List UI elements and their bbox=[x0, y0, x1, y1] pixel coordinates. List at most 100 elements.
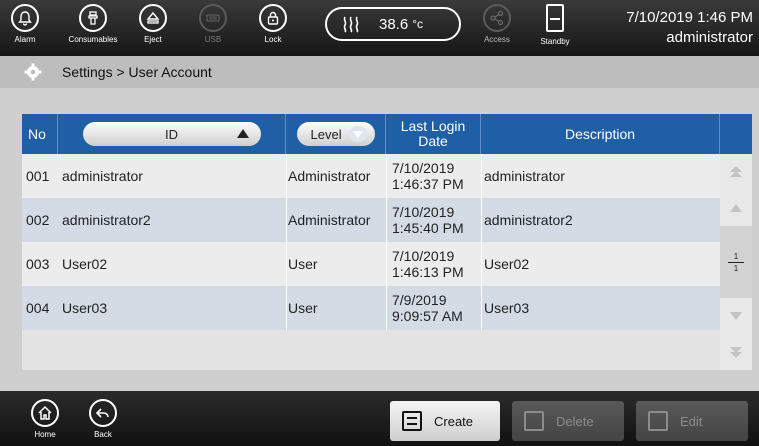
alarm-label: Alarm bbox=[14, 35, 36, 44]
breadcrumb-text: Settings > User Account bbox=[62, 64, 212, 80]
column-separator bbox=[386, 242, 387, 286]
cell-description: administrator2 bbox=[484, 212, 573, 228]
column-separator bbox=[386, 154, 387, 198]
delete-x-icon bbox=[524, 411, 544, 431]
header-last-login: Last Login Date bbox=[386, 114, 481, 154]
cell-last-login: 7/9/2019 9:09:57 AM bbox=[392, 286, 482, 330]
header-no: No bbox=[22, 114, 58, 154]
header-id: ID bbox=[58, 114, 286, 154]
column-separator bbox=[286, 198, 287, 242]
table-row[interactable]: 001 administrator Administrator 7/10/201… bbox=[22, 154, 720, 198]
back-button[interactable]: Back bbox=[80, 399, 126, 439]
header-last-login-line1: Last Login bbox=[400, 118, 466, 134]
cell-login-time: 9:09:57 AM bbox=[392, 308, 463, 324]
cell-login-time: 1:46:37 PM bbox=[392, 176, 464, 192]
lock-button[interactable]: Lock bbox=[250, 4, 296, 54]
usb-button[interactable]: USB bbox=[190, 4, 236, 54]
standby-button[interactable]: Standby bbox=[532, 4, 578, 54]
cell-description: administrator bbox=[484, 168, 565, 184]
breadcrumb: Settings > User Account bbox=[0, 56, 759, 88]
column-separator bbox=[386, 198, 387, 242]
cell-id: administrator bbox=[62, 168, 143, 184]
lock-label: Lock bbox=[264, 35, 282, 44]
bottom-bar: Home Back Create Delete Edit bbox=[0, 391, 759, 446]
delete-button[interactable]: Delete bbox=[512, 401, 624, 441]
home-button[interactable]: Home bbox=[22, 399, 68, 439]
double-chevron-down-icon bbox=[730, 347, 742, 358]
header-last-login-line2: Date bbox=[418, 133, 448, 149]
eject-icon bbox=[139, 4, 167, 32]
sort-level-label: Level bbox=[310, 126, 342, 142]
cell-id: administrator2 bbox=[62, 212, 151, 228]
scroll-top-button[interactable] bbox=[720, 154, 752, 190]
edit-button[interactable]: Edit bbox=[636, 401, 748, 441]
cell-login-date: 7/10/2019 bbox=[392, 204, 455, 220]
cell-last-login: 7/10/2019 1:46:37 PM bbox=[392, 154, 482, 198]
cell-last-login: 7/10/2019 1:46:13 PM bbox=[392, 242, 482, 286]
sort-level-button[interactable]: Level bbox=[296, 122, 375, 146]
access-button[interactable]: Access bbox=[474, 4, 520, 54]
access-label: Access bbox=[484, 35, 510, 44]
usb-label: USB bbox=[204, 35, 222, 44]
header-description: Description bbox=[481, 114, 720, 154]
cell-login-time: 1:45:40 PM bbox=[392, 220, 464, 236]
eject-label: Eject bbox=[144, 35, 162, 44]
table-scrollbar[interactable]: 1 1 bbox=[720, 154, 752, 370]
home-label: Home bbox=[34, 430, 56, 439]
heat-icon bbox=[343, 16, 359, 33]
date-time: 7/10/2019 1:46 PM bbox=[626, 9, 753, 26]
page-current: 1 bbox=[733, 251, 739, 261]
create-label: Create bbox=[434, 413, 474, 429]
eject-button[interactable]: Eject bbox=[130, 4, 176, 54]
back-label: Back bbox=[94, 430, 112, 439]
table-body: 001 administrator Administrator 7/10/201… bbox=[22, 154, 720, 330]
column-separator bbox=[286, 154, 287, 198]
scroll-bottom-button[interactable] bbox=[720, 334, 752, 370]
sort-id-button[interactable]: ID bbox=[82, 122, 261, 146]
cell-last-login: 7/10/2019 1:45:40 PM bbox=[392, 198, 482, 242]
double-chevron-up-icon bbox=[730, 166, 742, 177]
cell-login-time: 1:46:13 PM bbox=[392, 264, 464, 280]
cell-level: Administrator bbox=[288, 212, 371, 228]
cell-level: User bbox=[288, 256, 318, 272]
create-button[interactable]: Create bbox=[390, 401, 500, 441]
page-divider bbox=[728, 261, 744, 263]
cell-id: User02 bbox=[62, 256, 108, 272]
temperature-unit: °c bbox=[412, 17, 424, 31]
header-level: Level bbox=[286, 114, 386, 154]
cell-level: Administrator bbox=[288, 168, 371, 184]
date-time-user: 7/10/2019 1:46 PM administrator bbox=[626, 8, 753, 48]
gear-icon bbox=[24, 63, 42, 81]
page-indicator: 1 1 bbox=[720, 226, 752, 298]
consumables-button[interactable]: Consumables bbox=[68, 4, 118, 54]
cell-no: 004 bbox=[26, 300, 50, 316]
scroll-up-button[interactable] bbox=[720, 190, 752, 226]
share-icon bbox=[483, 4, 511, 32]
delete-label: Delete bbox=[556, 413, 594, 429]
table-row[interactable]: 004 User03 User 7/9/2019 9:09:57 AM User… bbox=[22, 286, 720, 330]
cell-no: 002 bbox=[26, 212, 50, 228]
table-row[interactable]: 003 User02 User 7/10/2019 1:46:13 PM Use… bbox=[22, 242, 720, 286]
column-separator bbox=[286, 242, 287, 286]
temperature-display[interactable]: 38.6 °c bbox=[325, 7, 461, 41]
scroll-down-button[interactable] bbox=[720, 298, 752, 334]
cell-description: User03 bbox=[484, 300, 530, 316]
lock-icon bbox=[259, 4, 287, 32]
edit-icon bbox=[648, 411, 668, 431]
top-bar: Alarm Consumables Eject USB Lock 38.6 °c bbox=[0, 0, 759, 56]
consumables-label: Consumables bbox=[68, 35, 118, 44]
header-scroll-spacer bbox=[720, 114, 752, 154]
chevron-up-icon bbox=[730, 204, 742, 212]
back-arrow-icon bbox=[89, 399, 117, 427]
cell-login-date: 7/9/2019 bbox=[392, 292, 447, 308]
table-header: No ID Level Last Login Date Description bbox=[22, 114, 752, 154]
alarm-button[interactable]: Alarm bbox=[2, 4, 48, 54]
usb-icon bbox=[199, 4, 227, 32]
current-user: administrator bbox=[666, 29, 753, 46]
edit-label: Edit bbox=[680, 413, 703, 429]
column-separator bbox=[286, 286, 287, 330]
home-icon bbox=[31, 399, 59, 427]
consumables-icon bbox=[79, 4, 107, 32]
create-list-icon bbox=[402, 411, 422, 431]
table-row[interactable]: 002 administrator2 Administrator 7/10/20… bbox=[22, 198, 720, 242]
